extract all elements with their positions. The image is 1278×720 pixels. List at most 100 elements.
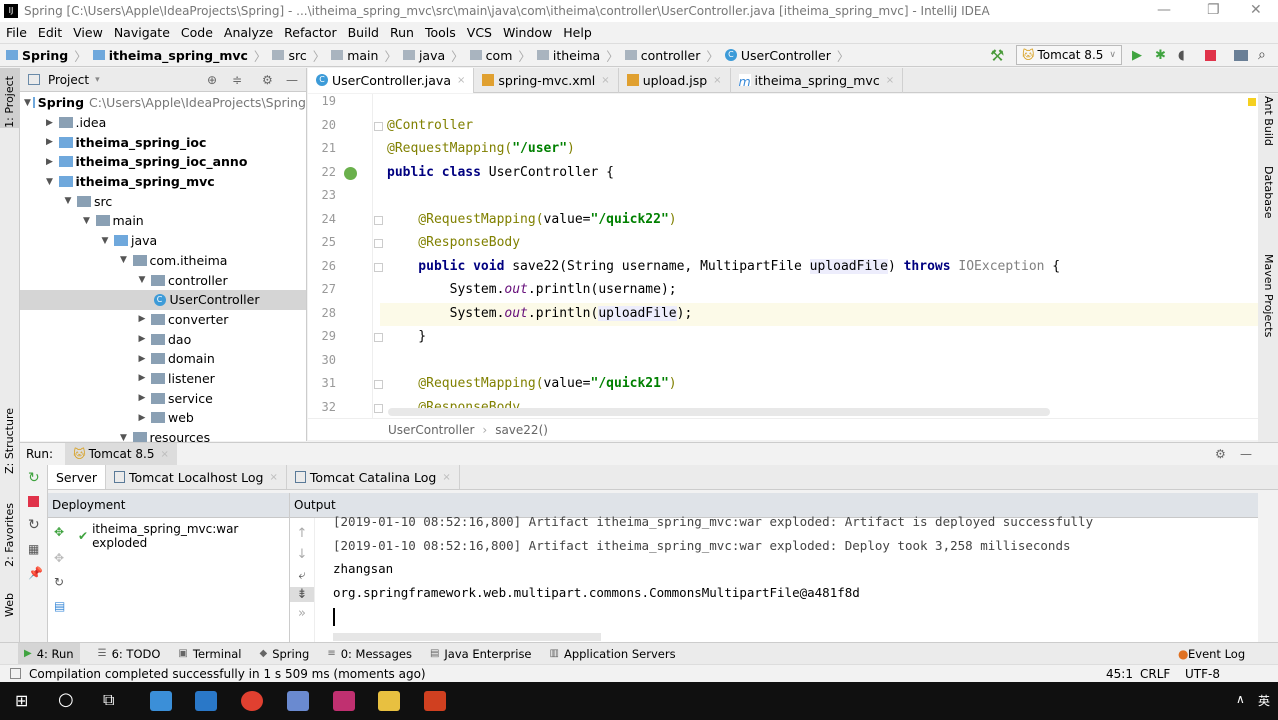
undeploy-icon[interactable]: ✥ — [54, 551, 64, 565]
tool-tab[interactable]: ≡ 0: Messages — [327, 647, 412, 661]
caret-position[interactable]: 45:1 — [1106, 667, 1133, 681]
run-subtab[interactable]: Tomcat Catalina Log × — [287, 465, 460, 489]
line-separator[interactable]: CRLF — [1140, 667, 1170, 681]
editor-tab[interactable]: m itheima_spring_mvc × — [731, 67, 904, 93]
chevron-right-icon[interactable]: ▶ — [135, 354, 149, 364]
tool-tab[interactable]: ▤ Java Enterprise — [430, 647, 532, 661]
tree-item[interactable]: ▼ main — [20, 211, 306, 231]
deploy-icon[interactable]: ✥ — [54, 525, 64, 539]
chevron-right-icon[interactable]: ▶ — [43, 157, 57, 167]
fold-marker-icon[interactable] — [374, 215, 383, 225]
horizontal-scrollbar[interactable] — [333, 633, 601, 641]
tree-item[interactable]: ▶ web — [20, 408, 306, 428]
chevron-right-icon[interactable]: ▶ — [135, 393, 149, 403]
refresh-icon[interactable]: ↻ — [54, 575, 64, 589]
nav-crumb[interactable]: Spring 〉 — [6, 46, 87, 65]
menu-vcs[interactable]: VCS — [467, 25, 492, 40]
tree-item[interactable]: ▶ listener — [20, 369, 306, 389]
close-icon[interactable]: × — [160, 449, 168, 460]
menu-help[interactable]: Help — [563, 25, 592, 40]
code-line[interactable]: } — [387, 329, 426, 344]
event-log-button[interactable]: Event Log — [1188, 647, 1245, 661]
update-icon[interactable]: ↻ — [20, 512, 47, 538]
minimize-button[interactable]: — — [1157, 2, 1171, 18]
gear-icon[interactable]: ⚙ — [262, 73, 273, 87]
coverage-icon[interactable]: ◖ — [1178, 48, 1185, 63]
layout-icon[interactable]: ▦ — [20, 538, 47, 560]
close-icon[interactable]: × — [713, 75, 721, 86]
tree-item[interactable]: C UserController — [20, 289, 306, 310]
menu-file[interactable]: File — [6, 25, 27, 40]
menu-code[interactable]: Code — [181, 25, 213, 40]
chrome-icon[interactable] — [241, 691, 263, 711]
build-hammer-icon[interactable]: ⚒ — [990, 46, 1004, 65]
horizontal-scrollbar[interactable] — [388, 408, 1050, 416]
nav-crumb[interactable]: java 〉 — [402, 46, 464, 65]
file-encoding[interactable]: UTF-8 — [1185, 667, 1220, 681]
run-tab-tomcat[interactable]: 🐱 Tomcat 8.5 × — [65, 443, 177, 465]
fold-marker-icon[interactable] — [374, 262, 383, 272]
collapse-icon[interactable]: ≑ — [232, 73, 242, 87]
locate-icon[interactable]: ⊕ — [207, 73, 217, 87]
structure-tool-button[interactable]: Z: Structure — [3, 408, 16, 474]
close-icon[interactable]: × — [601, 75, 609, 86]
breadcrumb-class[interactable]: UserController — [388, 423, 474, 437]
tool-tab[interactable]: ◆ Spring — [259, 647, 309, 661]
tree-item[interactable]: ▶ dao — [20, 329, 306, 349]
project-structure-icon[interactable] — [1234, 50, 1248, 61]
run-subtab[interactable]: Server — [48, 465, 106, 489]
chevron-down-icon[interactable]: ▼ — [80, 216, 94, 226]
chevron-down-icon[interactable]: ▼ — [61, 196, 75, 206]
code-line[interactable]: @Controller — [387, 118, 473, 133]
run-config-dropdown[interactable]: 🐱 Tomcat 8.5 ∨ — [1016, 45, 1122, 65]
run-icon[interactable]: ▶ — [1132, 48, 1142, 63]
intellij-taskbar-icon[interactable] — [333, 691, 355, 711]
file-explorer-icon[interactable] — [378, 691, 400, 711]
fold-marker-icon[interactable] — [374, 239, 383, 248]
chevron-down-icon[interactable]: ▼ — [117, 255, 131, 265]
code-line[interactable]: System.out.println(username); — [387, 282, 677, 297]
code-line[interactable]: @RequestMapping(value="/quick22") — [387, 212, 676, 227]
close-icon[interactable]: × — [442, 472, 450, 483]
chevron-down-icon[interactable]: ▼ — [135, 275, 149, 285]
nav-crumb[interactable]: controller 〉 — [624, 46, 719, 65]
code-line[interactable]: @RequestMapping(value="/quick21") — [387, 376, 676, 391]
maven-tool-button[interactable]: Maven Projects — [1262, 254, 1275, 337]
arrow-down-icon[interactable]: ↓ — [290, 547, 314, 562]
project-view-selector[interactable]: Project — [48, 73, 89, 87]
menu-run[interactable]: Run — [390, 25, 414, 40]
powerpoint-icon[interactable] — [424, 691, 446, 711]
tree-item[interactable]: ▼ controller — [20, 270, 306, 290]
code-line[interactable]: public void save22(String username, Mult… — [387, 258, 1060, 274]
stop-icon[interactable] — [28, 496, 39, 507]
nav-crumb[interactable]: itheima_spring_mvc 〉 — [92, 46, 266, 65]
tree-item[interactable]: ▶ converter — [20, 310, 306, 330]
editor-tab[interactable]: C UserController.java × — [308, 67, 475, 93]
web-tool-button[interactable]: Web — [3, 593, 16, 617]
scroll-to-end-icon[interactable]: ⇟ — [290, 587, 314, 602]
tree-item[interactable]: ▶ domain — [20, 349, 306, 369]
task-view-icon[interactable]: ⧉ — [103, 690, 114, 710]
menu-window[interactable]: Window — [503, 25, 552, 40]
tool-tab[interactable]: ☰ 6: TODO — [98, 647, 161, 661]
menu-refactor[interactable]: Refactor — [284, 25, 336, 40]
pin-icon[interactable]: 📌 — [20, 560, 47, 586]
cortana-icon[interactable]: ○ — [58, 689, 74, 710]
chevron-right-icon[interactable]: ▶ — [135, 413, 149, 423]
tree-item[interactable]: ▶ service — [20, 388, 306, 408]
tree-item[interactable]: ▼ com.itheima — [20, 251, 306, 271]
code-editor[interactable]: 19 20 @Controller 21 @RequestMapping("/user"… — [308, 94, 1258, 418]
nav-crumb[interactable]: C UserController 〉 — [724, 46, 849, 65]
tree-item[interactable]: ▼ Spring C:\Users\Apple\IdeaProjects\Sprin… — [20, 93, 306, 113]
tool-tab[interactable]: ▣ Terminal — [178, 647, 241, 661]
gear-icon[interactable]: ⚙ — [1215, 447, 1226, 461]
ant-build-tool-button[interactable]: Ant Build — [1262, 96, 1275, 146]
tool-tab[interactable]: ▥ Application Servers — [550, 647, 676, 661]
stop-icon[interactable] — [1205, 50, 1216, 61]
chevron-down-icon[interactable]: ▼ — [98, 236, 112, 246]
search-icon[interactable]: ⌕ — [1258, 47, 1266, 63]
windows-start-icon[interactable]: ⊞ — [15, 691, 28, 710]
tool-tab[interactable]: ▶ 4: Run — [18, 642, 80, 665]
debug-icon[interactable]: ✱ — [1155, 48, 1166, 63]
maximize-button[interactable]: ❐ — [1207, 2, 1220, 18]
